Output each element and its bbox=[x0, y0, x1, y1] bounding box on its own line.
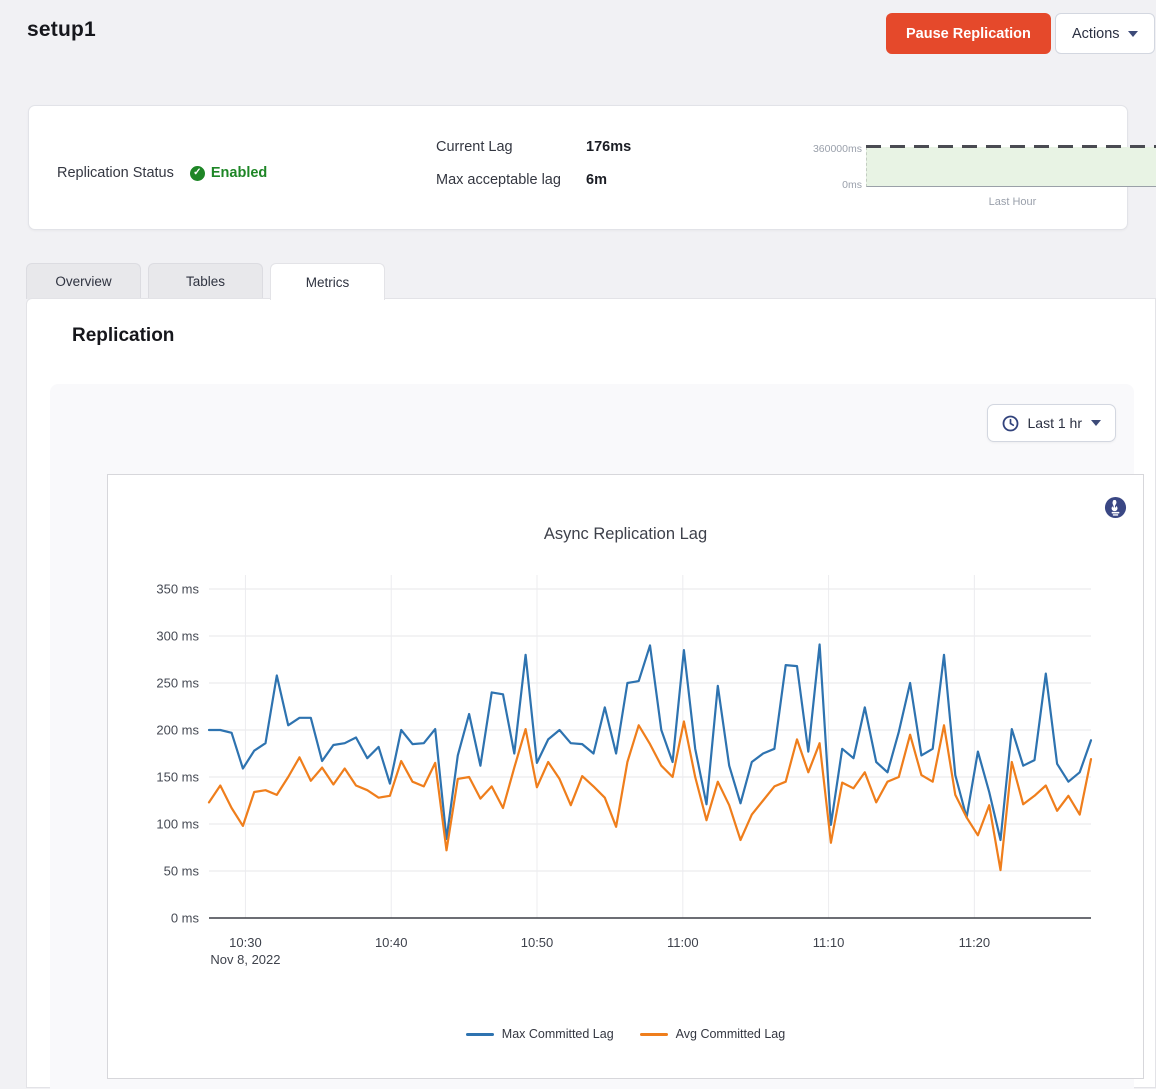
svg-text:Nov 8, 2022: Nov 8, 2022 bbox=[210, 952, 280, 967]
legend-label: Max Committed Lag bbox=[502, 1027, 614, 1041]
time-range-picker[interactable]: Last 1 hr bbox=[987, 404, 1116, 442]
mini-chart-ymax-label: 360000ms bbox=[813, 143, 862, 155]
mini-chart-threshold-area bbox=[866, 147, 1156, 187]
metrics-panel: Last 1 hr Async Replication Lag 0 ms50 m… bbox=[50, 384, 1134, 1089]
chart-legend: Max Committed Lag Avg Committed Lag bbox=[108, 1027, 1143, 1041]
mini-chart-xlabel: Last Hour bbox=[804, 196, 1156, 208]
current-lag-label: Current Lag bbox=[436, 139, 586, 155]
max-lag-value: 6m bbox=[586, 172, 607, 188]
legend-swatch bbox=[640, 1033, 668, 1036]
tab-metrics[interactable]: Metrics bbox=[270, 263, 385, 300]
metrics-tab-panel: Replication Last 1 hr Async Replication … bbox=[26, 298, 1156, 1088]
svg-text:11:10: 11:10 bbox=[813, 935, 845, 950]
legend-label: Avg Committed Lag bbox=[676, 1027, 786, 1041]
svg-text:300 ms: 300 ms bbox=[156, 629, 199, 644]
max-lag-label: Max acceptable lag bbox=[436, 172, 586, 188]
tab-tables[interactable]: Tables bbox=[148, 263, 263, 299]
lag-chart-card: Async Replication Lag 0 ms50 ms100 ms150… bbox=[107, 474, 1144, 1079]
svg-text:100 ms: 100 ms bbox=[156, 817, 199, 832]
svg-text:0 ms: 0 ms bbox=[171, 911, 200, 926]
svg-text:10:40: 10:40 bbox=[375, 935, 408, 950]
page-title: setup1 bbox=[27, 18, 96, 42]
replication-status-card: Replication Status ✓ Enabled Current Lag… bbox=[28, 105, 1128, 230]
check-icon: ✓ bbox=[190, 166, 205, 181]
tab-overview[interactable]: Overview bbox=[26, 263, 141, 299]
time-range-label: Last 1 hr bbox=[1028, 415, 1082, 431]
svg-text:50 ms: 50 ms bbox=[164, 864, 200, 879]
svg-text:11:00: 11:00 bbox=[667, 935, 699, 950]
legend-item[interactable]: Max Committed Lag bbox=[466, 1027, 614, 1041]
pause-replication-button[interactable]: Pause Replication bbox=[886, 13, 1051, 54]
actions-button-label: Actions bbox=[1072, 26, 1120, 42]
section-title: Replication bbox=[72, 325, 174, 347]
svg-text:10:30: 10:30 bbox=[229, 935, 262, 950]
chevron-down-icon bbox=[1091, 420, 1101, 426]
status-badge: ✓ Enabled bbox=[190, 165, 267, 181]
svg-text:200 ms: 200 ms bbox=[156, 723, 199, 738]
clock-icon bbox=[1002, 415, 1019, 432]
tab-bar: OverviewTablesMetrics bbox=[26, 263, 385, 300]
legend-swatch bbox=[466, 1033, 494, 1036]
lag-threshold-mini-chart: 360000ms 0ms Last Hour bbox=[804, 147, 1156, 208]
page: { "header": { "title": "setup1", "pause_… bbox=[0, 0, 1156, 1088]
svg-text:250 ms: 250 ms bbox=[156, 676, 199, 691]
replication-status-label: Replication Status bbox=[57, 165, 174, 181]
current-lag-value: 176ms bbox=[586, 139, 631, 155]
legend-item[interactable]: Avg Committed Lag bbox=[640, 1027, 786, 1041]
actions-button[interactable]: Actions bbox=[1055, 13, 1155, 54]
mini-chart-ymin-label: 0ms bbox=[842, 179, 862, 191]
svg-text:150 ms: 150 ms bbox=[156, 770, 199, 785]
async-replication-lag-chart: 0 ms 50 ms 100 ms 150 ms 200 ms 250 ms 300 ms 3… bbox=[108, 475, 1143, 1078]
status-badge-label: Enabled bbox=[211, 165, 267, 181]
svg-text:350 ms: 350 ms bbox=[156, 582, 199, 597]
svg-text:10:50: 10:50 bbox=[521, 935, 554, 950]
chevron-down-icon bbox=[1128, 31, 1138, 37]
svg-text:11:20: 11:20 bbox=[959, 935, 991, 950]
